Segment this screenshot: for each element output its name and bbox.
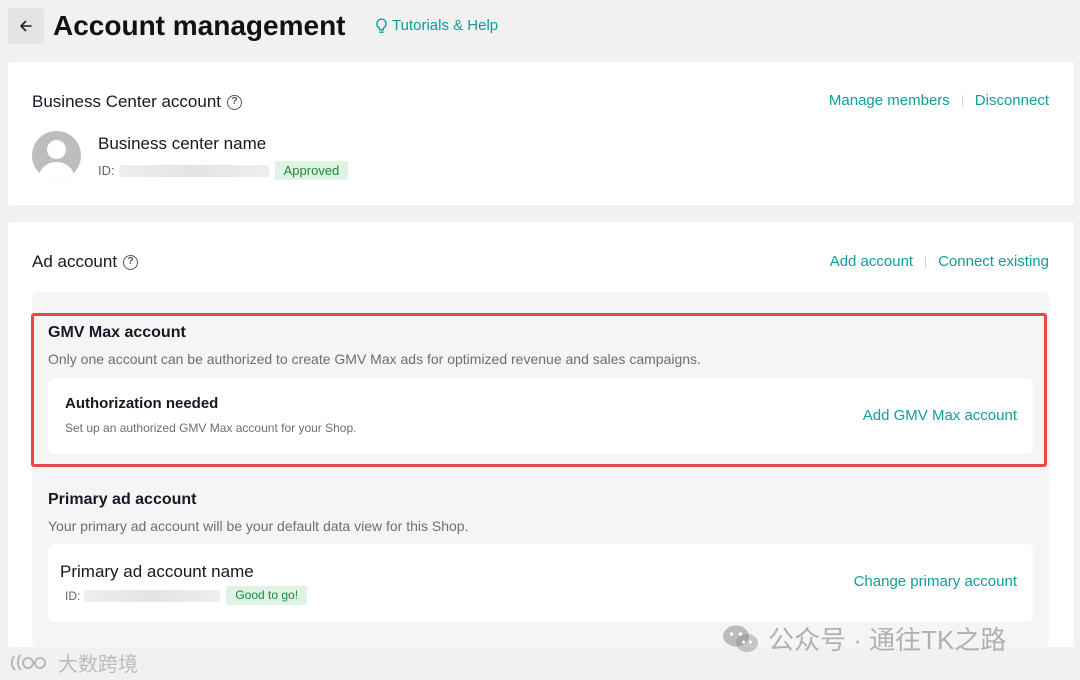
- redacted-id: [118, 164, 269, 177]
- gmv-highlight-frame: [31, 313, 1047, 467]
- avatar: [32, 131, 81, 180]
- back-button[interactable]: [8, 8, 44, 44]
- business-center-title: Business Center account: [32, 92, 221, 111]
- primary-ad-account-title: Primary ad account: [48, 491, 197, 508]
- primary-ad-account-description: Your primary ad account will be your def…: [48, 518, 469, 534]
- add-account-link[interactable]: Add account: [830, 253, 913, 270]
- connect-existing-link[interactable]: Connect existing: [938, 253, 1049, 270]
- divider: [925, 255, 927, 268]
- primary-ad-account-row: Primary ad account name ID: Good to go! …: [48, 544, 1033, 622]
- wechat-watermark: 公众号 · 通往TK之路: [722, 620, 1006, 657]
- primary-ad-account-name: Primary ad account name: [60, 562, 254, 581]
- lightbulb-icon: [376, 18, 387, 33]
- change-primary-account-link[interactable]: Change primary account: [854, 573, 1017, 590]
- ad-account-heading: Ad account ?: [32, 252, 139, 272]
- arrow-left-icon: [20, 20, 32, 32]
- divider: [961, 94, 963, 107]
- id-label: ID:: [65, 588, 81, 603]
- status-badge: Approved: [274, 161, 349, 180]
- wechat-icon: [723, 625, 758, 652]
- manage-members-link[interactable]: Manage members: [829, 92, 950, 109]
- business-center-id-row: ID: Approved: [98, 161, 349, 180]
- id-label: ID:: [98, 163, 115, 178]
- question-icon[interactable]: ?: [227, 94, 242, 110]
- brand-watermark: 大数跨境: [10, 648, 138, 677]
- tutorials-help-link[interactable]: Tutorials & Help: [375, 17, 498, 35]
- status-badge: Good to go!: [226, 586, 308, 605]
- ad-account-actions: Add account Connect existing: [830, 253, 1049, 270]
- business-center-actions: Manage members Disconnect: [829, 92, 1049, 109]
- primary-ad-account-id-row: ID: Good to go!: [65, 586, 308, 605]
- business-center-heading: Business Center account ?: [32, 92, 242, 112]
- question-icon[interactable]: ?: [123, 254, 139, 270]
- ad-account-title: Ad account: [32, 252, 118, 271]
- page-title: Account management: [53, 10, 346, 41]
- business-center-name: Business center name: [98, 134, 267, 153]
- brand-logo-icon: [10, 654, 47, 671]
- business-center-card: Business Center account ? Manage members…: [8, 62, 1074, 205]
- tutorials-help-label: Tutorials & Help: [392, 17, 499, 34]
- brand-watermark-text: 大数跨境: [58, 654, 138, 676]
- wechat-watermark-text: 公众号 · 通往TK之路: [768, 625, 1007, 655]
- disconnect-link[interactable]: Disconnect: [975, 92, 1049, 109]
- redacted-id: [84, 589, 221, 602]
